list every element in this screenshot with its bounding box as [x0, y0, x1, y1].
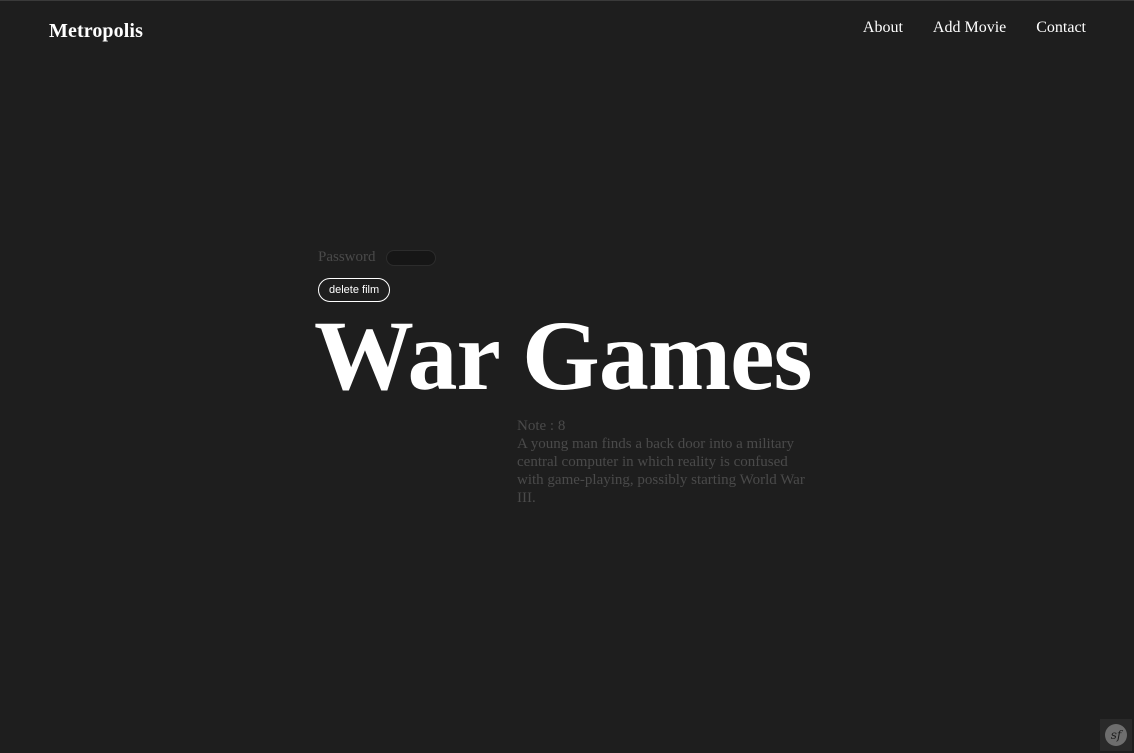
nav-link-about[interactable]: About [863, 19, 903, 37]
film-info: Note : 8 A young man finds a back door i… [517, 417, 817, 507]
brand-logo-link[interactable]: Metropolis [49, 20, 143, 43]
nav-link-contact[interactable]: Contact [1036, 19, 1086, 37]
nav-link-add-movie[interactable]: Add Movie [933, 19, 1006, 37]
film-title: War Games [314, 300, 812, 411]
symfony-icon: sf [1105, 724, 1127, 746]
password-row: Password [318, 249, 436, 266]
symfony-toolbar-toggle[interactable]: sf [1100, 719, 1132, 751]
main-nav: About Add Movie Contact [863, 19, 1086, 37]
password-input[interactable] [385, 249, 436, 266]
delete-film-button[interactable]: delete film [318, 278, 391, 302]
film-note: Note : 8 [517, 418, 566, 434]
password-label: Password [318, 249, 376, 265]
film-description: A young man finds a back door into a mil… [517, 436, 805, 506]
